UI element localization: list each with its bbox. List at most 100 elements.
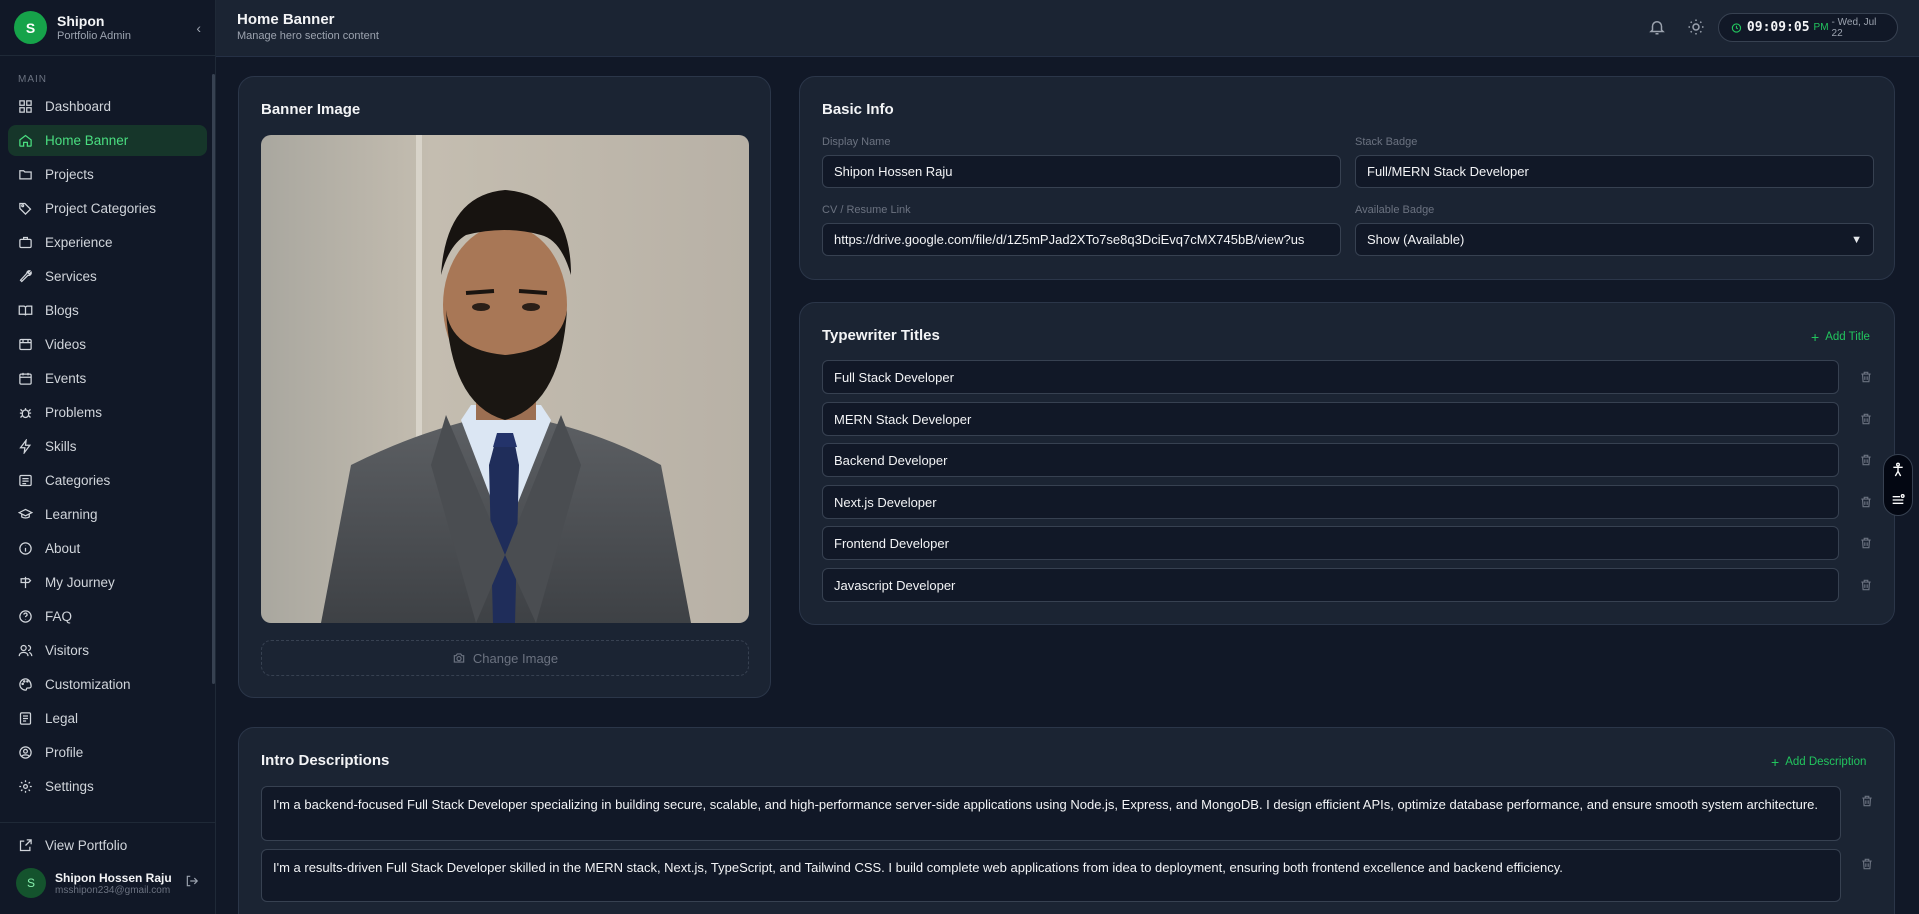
clock-widget: 09:09:05 PM - Wed, Jul 22 (1718, 13, 1898, 42)
sidebar-scrollbar[interactable] (212, 74, 215, 684)
available-badge-select[interactable]: Show (Available) ▼ (1355, 223, 1874, 256)
typewriter-title-input[interactable]: Next.js Developer (822, 485, 1839, 519)
accessibility-widget[interactable] (1883, 454, 1913, 516)
sidebar-item-label: Home Banner (45, 133, 129, 148)
sidebar-item-faq[interactable]: FAQ (8, 601, 207, 632)
user-name: Shipon Hossen Raju (55, 870, 172, 885)
intro-description-textarea[interactable]: I'm a backend-focused Full Stack Develop… (261, 786, 1841, 841)
video-icon (19, 338, 32, 351)
banner-card-title: Banner Image (261, 101, 361, 118)
gear-icon (19, 780, 32, 793)
graduation-cap-icon (18, 508, 33, 519)
typewriter-title-input[interactable]: Frontend Developer (822, 526, 1839, 560)
typewriter-title-input[interactable]: MERN Stack Developer (822, 402, 1839, 436)
sidebar-item-label: Events (45, 371, 87, 386)
intro-description-textarea[interactable]: I'm a results-driven Full Stack Develope… (261, 849, 1841, 902)
sidebar-item-services[interactable]: Services (8, 261, 207, 292)
sidebar-item-skills[interactable]: Skills (8, 431, 207, 462)
zap-icon (19, 439, 32, 454)
banner-image-card: Banner Image Change Image (238, 76, 771, 698)
sidebar-item-events[interactable]: Events (8, 363, 207, 394)
sidebar-item-projects[interactable]: Projects (8, 159, 207, 190)
banner-photo (261, 135, 749, 623)
tags-icon (19, 202, 32, 216)
change-image-label: Change Image (472, 650, 559, 666)
sidebar-item-label: About (45, 541, 81, 556)
sidebar-item-label: Blogs (45, 303, 79, 318)
scale-icon (19, 712, 32, 725)
sidebar-item-learning[interactable]: Learning (8, 499, 207, 530)
sidebar-item-experience[interactable]: Experience (8, 227, 207, 258)
top-header: Home Banner Manage hero section content … (216, 0, 1919, 57)
sidebar-item-label: Skills (45, 439, 77, 454)
accessibility-icon[interactable] (1890, 462, 1906, 478)
plus-icon: + (1811, 329, 1820, 345)
sidebar-item-videos[interactable]: Videos (8, 329, 207, 360)
sidebar-item-label: Projects (45, 167, 94, 182)
trash-icon[interactable] (1859, 536, 1873, 550)
add-description-button[interactable]: + Add Description (1771, 754, 1866, 770)
sidebar-item-profile[interactable]: Profile (8, 737, 207, 768)
add-title-button[interactable]: + Add Title (1811, 329, 1870, 345)
change-image-button[interactable]: Change Image (261, 640, 749, 676)
basic-info-title: Basic Info (822, 101, 894, 118)
menu-settings-icon[interactable] (1890, 492, 1906, 508)
sidebar-item-problems[interactable]: Problems (8, 397, 207, 428)
sidebar-item-dashboard[interactable]: Dashboard (8, 91, 207, 122)
avatar: S (16, 868, 46, 898)
sidebar-item-label: My Journey (45, 575, 115, 590)
brand-subtitle: Portfolio Admin (57, 29, 131, 42)
sidebar-item-categories[interactable]: Categories (8, 465, 207, 496)
sidebar-item-about[interactable]: About (8, 533, 207, 564)
typewriter-title-input[interactable]: Full Stack Developer (822, 360, 1839, 394)
brand-logo: S (14, 11, 47, 44)
list-icon (19, 474, 32, 487)
sidebar-item-label: Experience (45, 235, 113, 250)
sidebar-item-customization[interactable]: Customization (8, 669, 207, 700)
sidebar-item-blogs[interactable]: Blogs (8, 295, 207, 326)
plus-icon: + (1771, 754, 1780, 770)
sidebar-item-label: Problems (45, 405, 103, 420)
nav-section-label: MAIN (18, 74, 47, 85)
trash-icon[interactable] (1859, 495, 1873, 509)
logout-button[interactable] (185, 874, 199, 893)
cv-link-field[interactable]: https://drive.google.com/file/d/1Z5mPJad… (822, 223, 1341, 256)
user-circle-icon (19, 746, 32, 759)
typewriter-title-input[interactable]: Backend Developer (822, 443, 1839, 477)
sidebar-item-visitors[interactable]: Visitors (8, 635, 207, 666)
bell-icon[interactable] (1648, 18, 1666, 36)
sidebar-item-project-categories[interactable]: Project Categories (8, 193, 207, 224)
sun-icon[interactable] (1687, 18, 1705, 36)
info-icon (19, 542, 32, 555)
sidebar-header: S Shipon Portfolio Admin ‹ (0, 0, 215, 56)
trash-icon[interactable] (1859, 412, 1873, 426)
typewriter-title: Typewriter Titles (822, 327, 940, 344)
trash-icon[interactable] (1859, 578, 1873, 592)
stack-badge-field[interactable]: Full/MERN Stack Developer (1355, 155, 1874, 188)
available-badge-value: Show (Available) (1367, 232, 1465, 247)
brand-name: Shipon (57, 12, 105, 29)
external-link-icon (19, 838, 32, 851)
wrench-icon (19, 270, 32, 283)
sidebar-item-legal[interactable]: Legal (8, 703, 207, 734)
view-portfolio-link[interactable]: View Portfolio (0, 828, 215, 862)
chevron-left-icon[interactable]: ‹ (196, 20, 201, 36)
available-badge-label: Available Badge (1355, 204, 1435, 216)
sidebar-item-home-banner[interactable]: Home Banner (8, 125, 207, 156)
sidebar-item-settings[interactable]: Settings (8, 771, 207, 802)
sidebar-nav: Dashboard Home Banner Projects Project C… (0, 91, 215, 802)
typewriter-title-input[interactable]: Javascript Developer (822, 568, 1839, 602)
sidebar-item-label: Services (45, 269, 97, 284)
sidebar-footer: View Portfolio S Shipon Hossen Raju mssh… (0, 822, 215, 904)
sidebar-item-my-journey[interactable]: My Journey (8, 567, 207, 598)
trash-icon[interactable] (1859, 370, 1873, 384)
page-title: Home Banner (237, 11, 335, 28)
cv-link-label: CV / Resume Link (822, 204, 911, 216)
display-name-field[interactable]: Shipon Hossen Raju (822, 155, 1341, 188)
trash-icon[interactable] (1860, 794, 1874, 808)
users-icon (18, 644, 33, 657)
book-icon (18, 305, 33, 316)
briefcase-icon (19, 236, 32, 249)
trash-icon[interactable] (1860, 857, 1874, 871)
trash-icon[interactable] (1859, 453, 1873, 467)
